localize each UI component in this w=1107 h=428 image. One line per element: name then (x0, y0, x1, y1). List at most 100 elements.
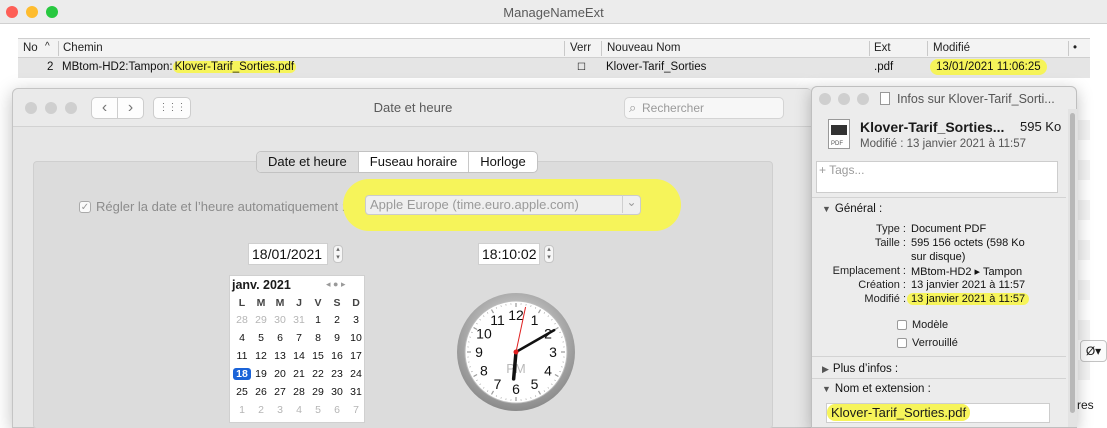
calendar-day[interactable]: 9 (328, 332, 346, 344)
tab-fuseau-horaire[interactable]: Fuseau horaire (357, 152, 468, 172)
calendar-day[interactable]: 2 (328, 314, 346, 326)
col-chemin[interactable]: Chemin (63, 42, 103, 54)
info-row-value: 13 janvier 2021 à 11:57 (907, 293, 1030, 305)
calendar-nav[interactable]: ◂ ● ▸ (326, 279, 345, 290)
section-plus-infos[interactable]: ▶ Plus d’infos : (822, 363, 898, 375)
table-row[interactable]: 2 MBtom-HD2:Tampon: Klover-Tarif_Sorties.… (18, 58, 1090, 78)
calendar-day[interactable]: 1 (309, 314, 327, 326)
calendar-day[interactable]: 25 (233, 386, 251, 398)
col-ext[interactable]: Ext (874, 42, 891, 54)
calendar-day[interactable]: 29 (309, 386, 327, 398)
calendar-day[interactable]: 4 (290, 404, 308, 416)
calendar-day[interactable]: 6 (271, 332, 289, 344)
calendar-day[interactable]: 10 (347, 332, 365, 344)
modele-checkbox[interactable] (897, 320, 907, 330)
tab-horloge[interactable]: Horloge (468, 152, 537, 172)
tab-bar: Date et heure Fuseau horaire Horloge (256, 151, 538, 173)
search-icon: ⌕ (629, 100, 637, 115)
clock-number: 4 (544, 363, 552, 379)
section-general[interactable]: ▼ Général : (822, 203, 882, 215)
column-options-icon[interactable]: • (1073, 42, 1077, 54)
calendar-day[interactable]: 5 (309, 404, 327, 416)
table-background (1078, 100, 1090, 380)
section-nom-extension[interactable]: ▼ Nom et extension : (822, 383, 931, 395)
close-button[interactable] (819, 93, 831, 105)
name-extension-field[interactable]: Klover-Tarif_Sorties.pdf (826, 403, 1050, 423)
auto-time-checkbox[interactable]: ✓ (79, 201, 91, 213)
search-placeholder: Rechercher (642, 101, 705, 115)
info-row-label: Taille : (874, 237, 906, 249)
calendar-day[interactable]: 24 (347, 368, 365, 380)
date-stepper[interactable]: ▴ ▾ (333, 245, 343, 263)
calendar-day[interactable]: 7 (347, 404, 365, 416)
info-row-value: MBtom-HD2 ▸ Tampon (911, 266, 1023, 278)
minimize-button[interactable] (838, 93, 850, 105)
col-no[interactable]: No (23, 42, 38, 54)
clock-center (513, 349, 519, 355)
calendar-day[interactable]: 31 (290, 314, 308, 326)
scrollbar-thumb (1070, 113, 1075, 413)
time-server-select[interactable]: Apple Europe (time.euro.apple.com) ⌄ (365, 195, 641, 215)
calendar-day[interactable]: 26 (252, 386, 270, 398)
zoom-button[interactable] (857, 93, 869, 105)
calendar-day[interactable]: 3 (271, 404, 289, 416)
tags-placeholder: + Tags... (819, 163, 865, 177)
calendar-day[interactable]: 8 (309, 332, 327, 344)
verrouille-checkbox[interactable] (897, 338, 907, 348)
calendar-day[interactable]: 17 (347, 350, 365, 362)
calendar-day[interactable]: 7 (290, 332, 308, 344)
weekday-label: S (333, 297, 341, 309)
col-nouveau-nom[interactable]: Nouveau Nom (607, 42, 681, 54)
calendar-day[interactable]: 28 (233, 314, 251, 326)
strip-menu-button[interactable]: Ø▾ (1080, 340, 1107, 362)
calendar-day[interactable]: 18 (233, 368, 251, 380)
weekday-label: M (275, 297, 285, 309)
calendar-day[interactable]: 31 (347, 386, 365, 398)
main-titlebar: ManageNameExt (0, 0, 1107, 24)
calendar-day[interactable]: 4 (233, 332, 251, 344)
calendar-day[interactable]: 23 (328, 368, 346, 380)
calendar: janv. 2021 ◂ ● ▸ L M M J V S D 28 29 30 31 1 2 3 4 5 6 7 8… (229, 275, 365, 423)
date-field[interactable]: 18/01/2021 (248, 243, 328, 265)
calendar-day[interactable]: 15 (309, 350, 327, 362)
calendar-day[interactable]: 14 (290, 350, 308, 362)
calendar-day[interactable]: 2 (252, 404, 270, 416)
calendar-day[interactable]: 21 (290, 368, 308, 380)
calendar-day[interactable]: 5 (252, 332, 270, 344)
calendar-day[interactable]: 28 (290, 386, 308, 398)
calendar-day[interactable]: 12 (252, 350, 270, 362)
col-verr[interactable]: Verr (570, 42, 591, 54)
calendar-day[interactable]: 30 (328, 386, 346, 398)
calendar-day[interactable]: 1 (233, 404, 251, 416)
modele-label: Modèle (912, 319, 949, 331)
calendar-day[interactable]: 6 (328, 404, 346, 416)
time-server-value: Apple Europe (time.euro.apple.com) (370, 197, 579, 212)
time-stepper[interactable]: ▴ ▾ (544, 245, 554, 263)
pdf-icon: PDF (828, 119, 850, 149)
calendar-day[interactable]: 16 (328, 350, 346, 362)
tab-date-et-heure[interactable]: Date et heure (257, 152, 358, 172)
info-row-value: Document PDF (911, 223, 987, 235)
search-input[interactable]: ⌕ Rechercher (624, 97, 784, 119)
row-nouveau-nom: Klover-Tarif_Sorties (606, 61, 707, 73)
scrollbar[interactable] (1068, 109, 1077, 427)
calendar-day[interactable]: 11 (233, 350, 251, 362)
calendar-day[interactable]: 20 (271, 368, 289, 380)
calendar-day[interactable]: 13 (271, 350, 289, 362)
info-title: Infos sur Klover-Tarif_Sorti... (897, 92, 1055, 106)
info-modified-line: Modifié : 13 janvier 2021 à 11:57 (860, 138, 1027, 150)
row-chemin-file: Klover-Tarif_Sorties.pdf (172, 61, 297, 73)
row-verr-checkbox[interactable]: ☐ (577, 62, 586, 73)
calendar-day[interactable]: 19 (252, 368, 270, 380)
calendar-day[interactable]: 3 (347, 314, 365, 326)
tags-field[interactable]: + Tags... (816, 161, 1058, 193)
col-modifie[interactable]: Modifié (933, 42, 970, 54)
info-row-value: sur disque) (911, 251, 966, 263)
calendar-day[interactable]: 27 (271, 386, 289, 398)
calendar-day[interactable]: 29 (252, 314, 270, 326)
sort-indicator-icon[interactable]: ^ (45, 41, 50, 52)
calendar-day[interactable]: 30 (271, 314, 289, 326)
time-field[interactable]: 18:10:02 (478, 243, 540, 265)
weekday-label: J (296, 297, 302, 309)
calendar-day[interactable]: 22 (309, 368, 327, 380)
